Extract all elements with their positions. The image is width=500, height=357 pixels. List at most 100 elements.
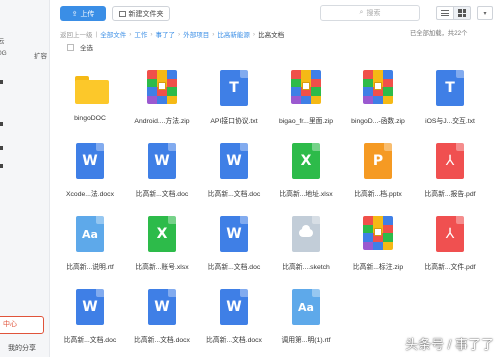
file-item[interactable]: bigao_fr...里面.zip [271,58,341,128]
file-item[interactable]: bingoD...-函数.zip [343,58,413,128]
breadcrumb-separator: › [212,30,215,38]
watermark: 头条号 / 事了了 [405,337,494,352]
search-input[interactable]: ⌕ 搜索 [320,5,420,21]
breadcrumb-separator: › [150,30,153,38]
sidebar-item-marker[interactable] [0,80,3,84]
file-item[interactable]: W 比高新...文档.doc [55,277,125,347]
file-name: 比高新...文档.docx [206,337,262,344]
grid-icon [458,9,466,17]
file-name: Android....方法.zip [134,118,190,125]
loaded-status: 已全部加载，共22个 [410,30,468,37]
breadcrumb-separator: | [95,30,98,38]
file-name: bingoD...-函数.zip [351,118,405,125]
sidebar-cloud-label: 云 [0,38,5,45]
breadcrumb-separator: › [252,30,256,38]
file-name: 比高新...档.pptx [354,191,402,198]
file-name: bingoDOC [74,115,106,122]
file-item[interactable]: X 比高新...账号.xlsx [127,204,197,274]
breadcrumb-back[interactable]: 返回上一级 [60,29,93,39]
file-name: 比高新...文档.doc [207,191,261,198]
word-icon: W [219,289,249,325]
select-all-label: 全选 [80,45,93,52]
new-folder-button[interactable]: 新建文件夹 [112,6,170,21]
file-name: 比高新...地址.xlsx [279,191,333,198]
file-item[interactable]: X 比高新...地址.xlsx [271,131,341,201]
txt-icon: T [219,70,249,106]
zip-icon [363,70,393,106]
ppt-icon: P [363,143,393,179]
expand-storage-link[interactable]: 扩容 [34,50,47,60]
search-icon: ⌕ [359,9,364,16]
rtf-icon: Aa [291,289,321,325]
file-name: 调用第...明(1).rtf [281,337,331,344]
file-name: 比高新...说明.rtf [66,264,114,271]
breadcrumb-item[interactable]: 外部项目 [183,29,209,39]
sidebar-item-marker[interactable] [0,146,3,150]
file-name: 比高新...文档.doc [207,264,261,271]
folder-icon [75,70,109,106]
file-item[interactable]: Aa 比高新...说明.rtf [55,204,125,274]
select-all-row: 全选 [50,40,500,54]
sidebar-center-button[interactable]: 中心 [0,316,44,334]
file-item[interactable]: TiOS与J...交互.txt [415,58,485,128]
file-item[interactable]: ⅄ 比高新...文件.pdf [415,204,485,274]
select-all-checkbox[interactable] [67,43,74,51]
word-icon: W [147,289,177,325]
breadcrumb-current: 比高文档 [258,32,285,39]
new-folder-icon [118,10,126,17]
file-name: 比高新...账号.xlsx [135,264,189,271]
file-item[interactable]: bingoDOC [55,58,125,128]
file-item[interactable]: P 比高新...档.pptx [343,131,413,201]
zip-icon [291,70,321,106]
breadcrumb-item[interactable]: 工作 [134,29,147,39]
rtf-icon: Aa [75,216,105,252]
txt-icon: T [435,70,465,106]
list-view-button[interactable] [436,6,454,20]
breadcrumb-item[interactable]: 比高新能源 [217,29,250,39]
word-icon: W [219,216,249,252]
breadcrumb-item[interactable]: 事了了 [156,29,176,39]
excel-icon: X [291,143,321,179]
breadcrumb-item[interactable]: 全部文件 [100,29,126,39]
file-item[interactable]: 比高新....sketch [271,204,341,274]
file-item[interactable]: W 比高新...文档.docx [199,277,269,347]
file-name: bigao_fr...里面.zip [278,118,334,125]
word-icon: W [75,143,105,179]
excel-icon: X [147,216,177,252]
file-item[interactable]: W 比高新...文档.doc [199,131,269,201]
search-placeholder: 搜索 [366,10,381,17]
grid-view-button[interactable] [453,6,471,20]
sidebar-item-marker[interactable] [0,164,3,168]
sidebar-item-my-share[interactable]: 我的分享 [8,343,36,353]
file-item[interactable]: W Xcode...法.docx [55,131,125,201]
file-item[interactable]: W 比高新...文档.doc [127,131,197,201]
file-item[interactable]: Aa 调用第...明(1).rtf [271,277,341,347]
sidebar: 云 0G 扩容 中心 我的分享 [0,0,50,357]
sidebar-item-marker[interactable] [0,122,3,126]
file-name: 比高新...文件.pdf [424,264,476,271]
word-icon: W [147,143,177,179]
file-item[interactable]: T API接口协议.txt [199,58,269,128]
upload-button[interactable]: ⇪ 上传 [60,6,106,21]
file-item[interactable]: W 比高新...文档.docx [127,277,197,347]
file-item[interactable]: Android....方法.zip [127,58,197,128]
file-item[interactable]: W 比高新...文档.doc [199,204,269,274]
word-icon: W [219,143,249,179]
upload-label: 上传 [80,10,95,18]
pdf-icon: ⅄ [435,143,465,179]
file-name: 比高新...文档.doc [135,191,189,198]
zip-icon [147,70,177,106]
file-item[interactable]: ⅄ 比高新...报告.pdf [415,131,485,201]
breadcrumb-separator: › [178,30,181,38]
sidebar-storage-label: 0G [0,50,7,57]
file-name: 比高新...标注.zip [352,264,404,271]
file-name: 比高新...文档.docx [134,337,190,344]
file-grid: bingoDOC Android....方法.zip T API接口协议.txt big… [55,58,500,357]
sort-dropdown-button[interactable]: ▾ [477,6,493,20]
file-name: API接口协议.txt [210,118,258,125]
file-item[interactable]: 比高新...标注.zip [343,204,413,274]
file-name: 比高新...文档.doc [63,337,117,344]
toolbar: ⇪ 上传 新建文件夹 ⌕ 搜索 ▾ [50,0,500,28]
sketch-icon [291,216,321,252]
list-icon [441,10,449,16]
